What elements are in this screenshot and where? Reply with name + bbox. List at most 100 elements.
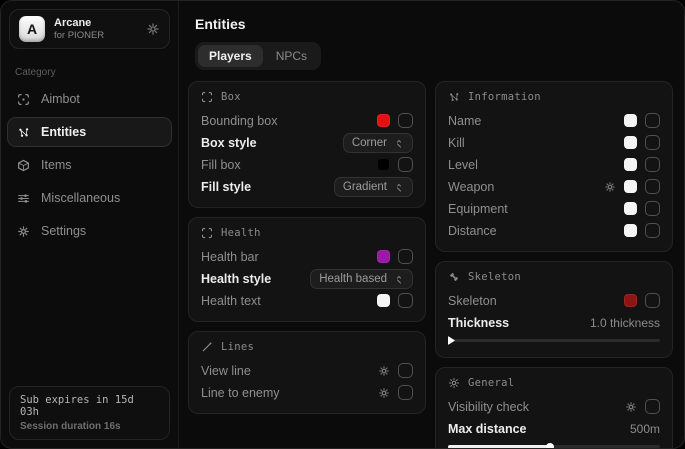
- row-label: Health style: [201, 272, 310, 286]
- weapon-settings-gear-icon[interactable]: [604, 181, 616, 193]
- equipment-color-swatch[interactable]: [624, 202, 637, 215]
- sidebar-nav: Aimbot Entities Items Miscellaneous Settings: [1, 84, 178, 246]
- row-label: Distance: [448, 224, 624, 238]
- sidebar-item-miscellaneous[interactable]: Miscellaneous: [7, 183, 172, 213]
- app-window: A Arcane for PIONER Category Aimbot Entit…: [0, 0, 685, 449]
- panel-title: Information: [468, 91, 541, 103]
- panel-skeleton: SkeletonSkeletonThickness1.0 thickness: [435, 261, 673, 358]
- sidebar-item-entities[interactable]: Entities: [7, 117, 172, 147]
- panel-information: InformationNameKillLevelWeaponEquipmentD…: [435, 81, 673, 252]
- view-line-settings-gear-icon[interactable]: [378, 365, 390, 377]
- row-label: Max distance: [448, 422, 630, 436]
- line-to-enemy-settings-gear-icon[interactable]: [378, 387, 390, 399]
- panel-header: Box: [201, 91, 413, 103]
- slider-thumb[interactable]: [448, 336, 455, 345]
- slider-fill: [448, 445, 550, 449]
- panel-title: Health: [221, 227, 261, 239]
- kill-checkbox[interactable]: [645, 135, 660, 150]
- fill-box-color-swatch[interactable]: [377, 158, 390, 171]
- health-text-checkbox[interactable]: [398, 293, 413, 308]
- row-view-line: View line: [201, 360, 413, 381]
- slider-thumb[interactable]: [546, 443, 554, 449]
- brand-settings-gear-icon[interactable]: [146, 22, 160, 36]
- level-checkbox[interactable]: [645, 157, 660, 172]
- distance-checkbox[interactable]: [645, 223, 660, 238]
- health-bar-color-swatch[interactable]: [377, 250, 390, 263]
- skeleton-checkbox[interactable]: [645, 293, 660, 308]
- row-skeleton: Skeleton: [448, 290, 660, 311]
- gear-icon: [17, 225, 31, 238]
- sidebar-item-label: Entities: [41, 125, 86, 139]
- session-duration-text: Session duration 16s: [20, 421, 159, 432]
- line-to-enemy-checkbox[interactable]: [398, 385, 413, 400]
- row-controls: [377, 293, 413, 308]
- visibility-check-settings-gear-icon[interactable]: [625, 401, 637, 413]
- row-distance: Distance: [448, 220, 660, 241]
- tab-npcs[interactable]: NPCs: [265, 45, 318, 67]
- bounding-box-color-swatch[interactable]: [377, 114, 390, 127]
- row-visibility-check: Visibility check: [448, 396, 660, 417]
- column-left: BoxBounding boxBox styleCornerFill boxFi…: [188, 81, 426, 414]
- page-title: Entities: [195, 16, 673, 32]
- row-label: Name: [448, 114, 624, 128]
- row-label: Health text: [201, 294, 377, 308]
- sidebar: A Arcane for PIONER Category Aimbot Entit…: [1, 1, 179, 448]
- thickness-slider[interactable]: [448, 336, 660, 345]
- panel-title: Skeleton: [468, 271, 521, 283]
- row-fill-box: Fill box: [201, 154, 413, 175]
- row-label: Visibility check: [448, 400, 625, 414]
- row-controls: [378, 363, 413, 378]
- row-weapon: Weapon: [448, 176, 660, 197]
- weapon-checkbox[interactable]: [645, 179, 660, 194]
- row-controls: [377, 157, 413, 172]
- sidebar-item-label: Miscellaneous: [41, 191, 120, 205]
- sidebar-item-aimbot[interactable]: Aimbot: [7, 84, 172, 114]
- level-color-swatch[interactable]: [624, 158, 637, 171]
- tab-bar: PlayersNPCs: [195, 42, 321, 70]
- tab-players[interactable]: Players: [198, 45, 263, 67]
- health-text-color-swatch[interactable]: [377, 294, 390, 307]
- row-name: Name: [448, 110, 660, 131]
- visibility-check-checkbox[interactable]: [645, 399, 660, 414]
- corners-icon: [201, 91, 213, 103]
- name-color-swatch[interactable]: [624, 114, 637, 127]
- kill-color-swatch[interactable]: [624, 136, 637, 149]
- bounding-box-checkbox[interactable]: [398, 113, 413, 128]
- name-checkbox[interactable]: [645, 113, 660, 128]
- row-fill-style: Fill styleGradient: [201, 176, 413, 197]
- sidebar-item-settings[interactable]: Settings: [7, 216, 172, 246]
- sidebar-item-items[interactable]: Items: [7, 150, 172, 180]
- dropdown-value: Health based: [319, 273, 387, 285]
- health-bar-checkbox[interactable]: [398, 249, 413, 264]
- weapon-color-swatch[interactable]: [624, 180, 637, 193]
- corners-icon: [201, 227, 213, 239]
- skeleton-color-swatch[interactable]: [624, 294, 637, 307]
- brand-card: A Arcane for PIONER: [9, 9, 170, 49]
- distance-color-swatch[interactable]: [624, 224, 637, 237]
- thickness-value: 1.0 thickness: [590, 316, 660, 330]
- subscription-card: Sub expires in 15d 03h Session duration …: [9, 386, 170, 440]
- health-style-dropdown[interactable]: Health based: [310, 269, 413, 289]
- fill-box-checkbox[interactable]: [398, 157, 413, 172]
- brand-text: Arcane for PIONER: [54, 17, 104, 41]
- panel-header: Information: [448, 91, 660, 103]
- max-distance-slider[interactable]: [448, 442, 660, 448]
- row-controls: Health based: [310, 269, 413, 289]
- sidebar-item-label: Settings: [41, 224, 86, 238]
- box-style-dropdown[interactable]: Corner: [343, 133, 413, 153]
- dropdown-value: Gradient: [343, 181, 387, 193]
- panel-health: HealthHealth barHealth styleHealth based…: [188, 217, 426, 322]
- row-box-style: Box styleCorner: [201, 132, 413, 153]
- panel-lines: LinesView lineLine to enemy: [188, 331, 426, 414]
- equipment-checkbox[interactable]: [645, 201, 660, 216]
- panel-title: General: [468, 377, 514, 389]
- view-line-checkbox[interactable]: [398, 363, 413, 378]
- fill-style-dropdown[interactable]: Gradient: [334, 177, 413, 197]
- row-label: Equipment: [448, 202, 624, 216]
- max-distance-value: 500m: [630, 422, 660, 436]
- row-controls: [624, 293, 660, 308]
- row-controls: [624, 201, 660, 216]
- category-label: Category: [15, 67, 164, 78]
- sub-expiry-text: Sub expires in 15d 03h: [20, 394, 159, 418]
- brand-name: Arcane: [54, 17, 104, 29]
